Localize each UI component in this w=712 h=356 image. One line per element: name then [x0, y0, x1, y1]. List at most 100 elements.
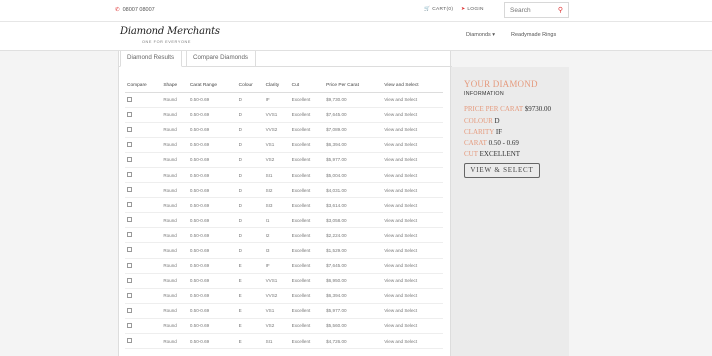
table-row: Round 0.50-0.69 D IF Excellent $9,730.00 View …: [125, 92, 443, 108]
table-row: Round 0.50-0.69 E VS1 Excellent $5,977.00 View…: [125, 303, 443, 319]
compare-cell: [125, 333, 162, 350]
compare-checkbox[interactable]: [127, 307, 132, 313]
carat-value: 0.50 - 0.69: [488, 139, 519, 147]
main-nav: Diamond Merchants ONE FOR EVERYONE Diamo…: [0, 22, 712, 51]
shape-cell: Round: [161, 333, 188, 350]
cut-cell: Excellent: [289, 258, 325, 274]
price-cell: $7,645.00: [324, 107, 383, 123]
carat-cell: 0.50-0.69: [187, 273, 237, 289]
clarity-cell: IF: [263, 258, 290, 274]
tab-compare-diamonds[interactable]: Compare Diamonds: [186, 51, 256, 67]
compare-cell: [125, 288, 162, 304]
colour-cell: E: [236, 303, 264, 319]
compare-checkbox[interactable]: [127, 111, 132, 117]
carat-cell: 0.50-0.69: [187, 318, 237, 335]
carat-cell: 0.50-0.69: [187, 107, 237, 123]
view-and-select-link[interactable]: View and Select: [382, 318, 443, 335]
shape-cell: Round: [161, 212, 188, 229]
clarity-cell: SI2: [263, 182, 290, 199]
carat-cell: 0.50-0.69: [187, 182, 237, 199]
nav-readymade-rings[interactable]: Readymade Rings: [511, 32, 556, 38]
colour-cell: D: [236, 122, 264, 138]
view-and-select-link[interactable]: View and Select: [382, 258, 443, 274]
view-and-select-link[interactable]: View and Select: [382, 167, 443, 184]
carat-cell: 0.50-0.69: [187, 92, 237, 108]
compare-checkbox[interactable]: [127, 141, 132, 147]
shape-cell: Round: [161, 273, 188, 289]
search-input[interactable]: [505, 3, 553, 17]
view-and-select-link[interactable]: View and Select: [382, 197, 443, 214]
compare-checkbox[interactable]: [127, 156, 132, 162]
carat-cell: 0.50-0.69: [187, 152, 237, 168]
cut-cell: Excellent: [289, 197, 325, 214]
logo[interactable]: Diamond Merchants ONE FOR EVERYONE: [120, 26, 225, 48]
colour-cell: D: [236, 182, 264, 199]
cut-cell: Excellent: [289, 303, 325, 319]
compare-cell: [125, 152, 162, 168]
view-and-select-link[interactable]: View and Select: [382, 212, 443, 229]
clarity-cell: I1: [263, 212, 290, 229]
compare-checkbox[interactable]: [127, 262, 132, 268]
view-and-select-link[interactable]: View and Select: [382, 92, 443, 108]
compare-checkbox[interactable]: [127, 126, 132, 132]
compare-checkbox[interactable]: [127, 277, 132, 283]
colour-cell: E: [236, 273, 264, 289]
compare-checkbox[interactable]: [127, 338, 132, 344]
clarity-cell: VS1: [263, 137, 290, 153]
carat-cell: 0.50-0.69: [187, 137, 237, 153]
view-and-select-link[interactable]: View and Select: [382, 333, 443, 350]
clarity-cell: VVS2: [263, 288, 290, 304]
phone-icon: ✆: [115, 7, 120, 13]
table-row: Round 0.50-0.69 D VS1 Excellent $6,394.00 View…: [125, 137, 443, 153]
view-and-select-link[interactable]: View and Select: [382, 227, 443, 244]
cut-cell: Excellent: [289, 318, 325, 335]
view-and-select-link[interactable]: View and Select: [382, 122, 443, 138]
cut-cell: Excellent: [289, 182, 325, 199]
view-and-select-link[interactable]: View and Select: [382, 303, 443, 319]
top-bar: ✆08007 08007 🛒CART(0) ➤LOGIN ⚲: [0, 0, 712, 22]
view-and-select-link[interactable]: View and Select: [382, 288, 443, 304]
compare-checkbox[interactable]: [127, 217, 132, 223]
view-and-select-button[interactable]: VIEW & SELECT: [464, 163, 540, 178]
compare-checkbox[interactable]: [127, 247, 132, 253]
clarity-label: CLARITY: [464, 128, 495, 136]
nav-diamonds-dropdown[interactable]: Diamonds ▾: [466, 32, 495, 38]
view-and-select-link[interactable]: View and Select: [382, 273, 443, 289]
search-icon[interactable]: ⚲: [558, 6, 563, 14]
cart-link[interactable]: 🛒 CART(0): [424, 7, 453, 12]
carat-cell: 0.50-0.69: [187, 227, 237, 244]
compare-checkbox[interactable]: [127, 202, 132, 208]
phone-text: 08007 08007: [122, 7, 155, 13]
table-row: Round 0.50-0.69 D SI1 Excellent $5,004.00 View…: [125, 167, 443, 184]
compare-checkbox[interactable]: [127, 172, 132, 178]
tab-diamond-results[interactable]: Diamond Results: [120, 51, 182, 67]
shape-cell: Round: [161, 288, 188, 304]
diamond-results-table: Compare Shape Carat Range Colour Clarity Cut P…: [125, 80, 443, 350]
column-header: Shape: [161, 80, 188, 93]
table-row: Round 0.50-0.69 D I2 Excellent $2,224.00 View …: [125, 227, 443, 244]
carat-cell: 0.50-0.69: [187, 197, 237, 214]
compare-cell: [125, 227, 162, 244]
carat-cell: 0.50-0.69: [187, 242, 237, 259]
view-and-select-link[interactable]: View and Select: [382, 242, 443, 259]
compare-checkbox[interactable]: [127, 232, 132, 238]
table-header-row: Compare Shape Carat Range Colour Clarity Cut P…: [125, 80, 443, 93]
compare-cell: [125, 137, 162, 153]
view-and-select-link[interactable]: View and Select: [382, 107, 443, 123]
view-and-select-link[interactable]: View and Select: [382, 182, 443, 199]
compare-checkbox[interactable]: [127, 187, 132, 193]
price-cell: $6,394.00: [324, 288, 383, 304]
view-and-select-link[interactable]: View and Select: [382, 137, 443, 153]
compare-checkbox[interactable]: [127, 322, 132, 328]
compare-checkbox[interactable]: [127, 292, 132, 298]
carat-cell: 0.50-0.69: [187, 167, 237, 184]
colour-label: COLOUR: [464, 117, 493, 125]
login-link[interactable]: ➤ LOGIN: [461, 7, 484, 12]
clarity-cell: VS2: [263, 152, 290, 168]
compare-checkbox[interactable]: [127, 96, 132, 102]
phone-number[interactable]: ✆ 08007 08007: [115, 7, 155, 13]
view-and-select-link[interactable]: View and Select: [382, 152, 443, 168]
colour-cell: D: [236, 212, 264, 229]
cut-cell: Excellent: [289, 122, 325, 138]
column-header: View and Select: [382, 80, 443, 93]
